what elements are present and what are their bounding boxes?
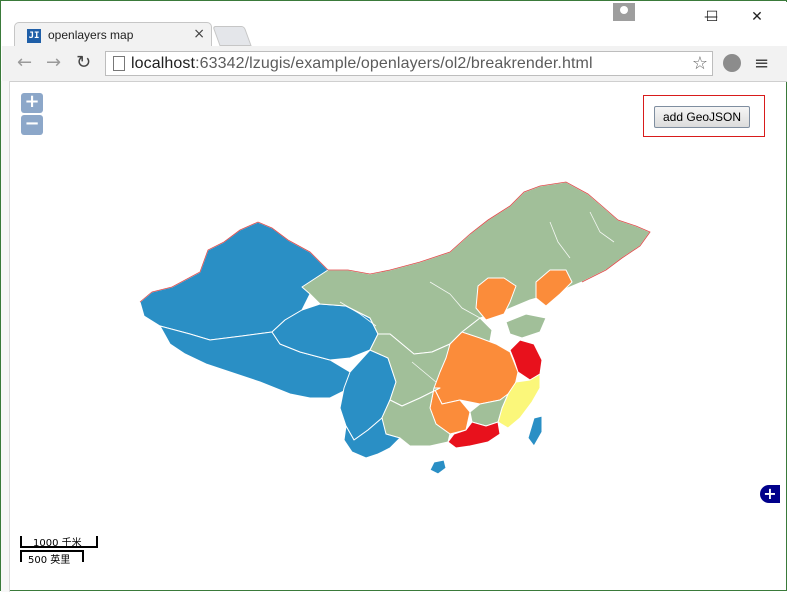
map-viewport[interactable]: + − add GeoJSON + 1000 千米 500 英里 — [10, 82, 781, 584]
new-tab-button[interactable] — [212, 26, 252, 46]
url-host: localhost — [131, 55, 196, 72]
china-map[interactable] — [10, 82, 781, 584]
reload-button[interactable]: ↻ — [76, 52, 91, 73]
zoom-out-button[interactable]: − — [21, 115, 43, 135]
zoom-control: + − — [21, 93, 43, 137]
region-hebei — [475, 277, 517, 321]
tab-title: openlayers map — [48, 28, 134, 42]
back-button[interactable]: ← — [17, 52, 32, 73]
star-icon[interactable]: ☆ — [692, 53, 708, 74]
browser-window: JI openlayers map × — ☐ ✕ ← → ↻ localhos… — [0, 0, 787, 592]
forward-button[interactable]: → — [46, 52, 61, 73]
region-taiwan — [527, 415, 543, 447]
favicon-icon: JI — [27, 29, 41, 43]
url-text[interactable]: localhost:63342/lzugis/example/openlayer… — [131, 55, 593, 73]
tab-bar: JI openlayers map × — ☐ ✕ — [2, 2, 787, 48]
geojson-control-box: add GeoJSON — [643, 95, 765, 137]
layer-switcher-expand-button[interactable]: + — [760, 485, 780, 503]
user-icon — [620, 6, 628, 14]
maximize-button[interactable]: ☐ — [690, 6, 734, 28]
zoom-in-button[interactable]: + — [21, 93, 43, 113]
extension-icon[interactable] — [723, 54, 741, 72]
left-edge-strip — [1, 81, 10, 592]
region-shandong — [505, 313, 547, 339]
tab-close-icon[interactable]: × — [193, 26, 205, 42]
address-bar[interactable]: localhost:63342/lzugis/example/openlayer… — [105, 51, 713, 76]
browser-toolbar: ← → ↻ localhost:63342/lzugis/example/ope… — [2, 46, 787, 82]
region-hainan — [429, 459, 447, 475]
close-window-button[interactable]: ✕ — [735, 6, 779, 28]
add-geojson-button[interactable]: add GeoJSON — [654, 106, 751, 128]
scale-top-label: 1000 千米 — [33, 538, 82, 549]
scale-bottom-bar: 500 英里 — [20, 550, 84, 566]
menu-icon[interactable]: ≡ — [754, 53, 769, 74]
tab-openlayers-map[interactable]: JI openlayers map × — [14, 22, 212, 48]
page-icon — [113, 56, 125, 71]
profile-button[interactable] — [613, 3, 635, 21]
scale-bottom-label: 500 英里 — [28, 555, 71, 566]
url-path: :63342/lzugis/example/openlayers/ol2/bre… — [195, 55, 593, 72]
scale-top-bar: 1000 千米 — [20, 536, 98, 549]
